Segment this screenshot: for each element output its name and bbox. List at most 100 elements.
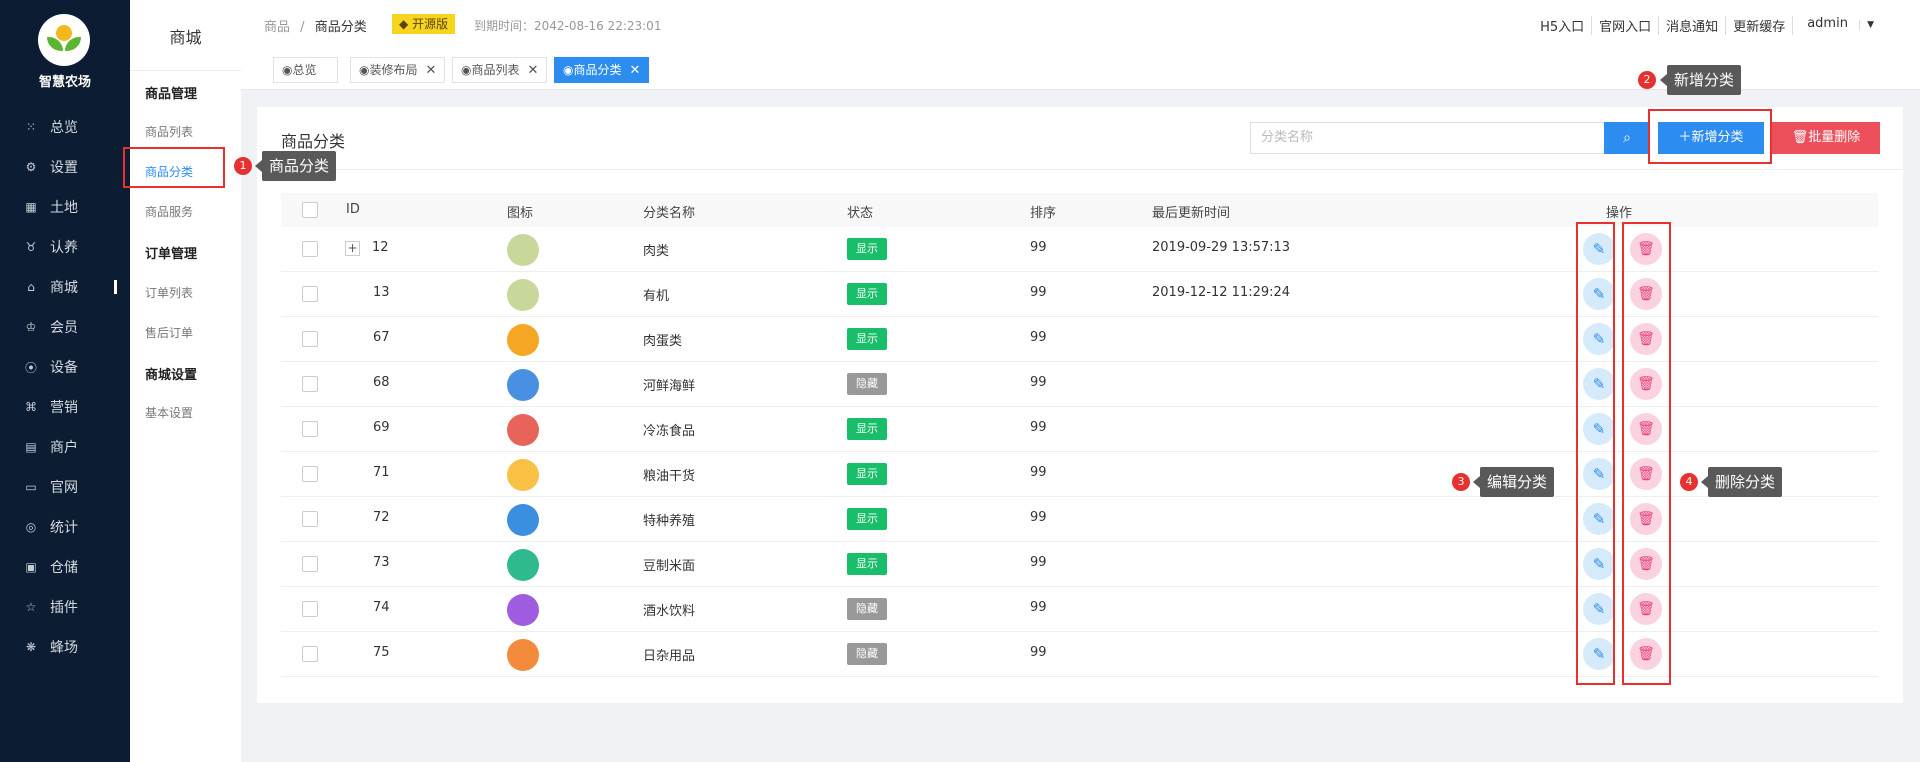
- select-all-checkbox[interactable]: [302, 202, 318, 218]
- bell-icon: ♉: [25, 240, 37, 254]
- sidebar-item[interactable]: ▭ 官网: [0, 472, 130, 502]
- cell-id: 72: [373, 510, 390, 525]
- breadcrumb-separator: /: [300, 20, 305, 35]
- annotation-tooltip: 编辑分类: [1472, 467, 1555, 497]
- annotation-tooltip: 删除分类: [1700, 467, 1783, 497]
- tab-label: ◉商品分类: [563, 63, 622, 77]
- h5-entry-link[interactable]: H5入口: [1533, 16, 1591, 35]
- header-links: H5入口 官网入口 消息通知 更新缓存 admin ▼: [1533, 16, 1888, 35]
- status-badge: 显示: [847, 463, 887, 485]
- gear-icon: ⚙: [25, 160, 37, 174]
- group-mall-settings: 商城设置: [145, 368, 198, 383]
- subnav-item-after-sale[interactable]: 售后订单: [145, 324, 193, 341]
- caret-down-icon: ▼: [1859, 20, 1881, 30]
- sidebar-item[interactable]: ▣ 仓储: [0, 552, 130, 582]
- close-icon[interactable]: ✕: [425, 63, 436, 78]
- cell-name: 肉蛋类: [643, 334, 683, 349]
- category-image: [507, 324, 539, 356]
- highlight-box: [123, 147, 225, 188]
- main-sidebar: 智慧农场 ⁙ 总览 ⚙ 设置 ▦ 土地 ♉ 认养 ⌂ 商城 ♔ 会员 ⦿ 设备 ⌘ 营销 ▤ 商户 ▭ 官网 ◎ 统计 ▣ 仓…: [0, 0, 130, 762]
- row-checkbox[interactable]: [302, 511, 318, 527]
- sidebar-item[interactable]: ⦿ 设备: [0, 352, 130, 382]
- expand-button[interactable]: +: [345, 241, 360, 256]
- sidebar-item[interactable]: ▤ 商户: [0, 432, 130, 462]
- category-image: [507, 549, 539, 581]
- row-checkbox[interactable]: [302, 241, 318, 257]
- tab-label: ◉总览: [282, 63, 317, 77]
- close-icon[interactable]: ✕: [527, 63, 538, 78]
- sidebar-item[interactable]: ⁙ 总览: [0, 112, 130, 142]
- category-image: [507, 279, 539, 311]
- website-entry-link[interactable]: 官网入口: [1591, 16, 1658, 35]
- sidebar-item[interactable]: ♉ 认养: [0, 232, 130, 262]
- status-badge: 显示: [847, 553, 887, 575]
- search-button[interactable]: ⌕: [1604, 122, 1650, 154]
- status-badge: 显示: [847, 418, 887, 440]
- col-name: 分类名称: [643, 206, 696, 221]
- version-badge: ◆ 开源版: [392, 14, 456, 34]
- sidebar-item[interactable]: ⌘ 营销: [0, 392, 130, 422]
- sidebar-item[interactable]: ⌂ 商城: [0, 272, 130, 302]
- cell-id: 69: [373, 420, 390, 435]
- col-sort: 排序: [1030, 206, 1057, 221]
- annotation-number: 4: [1680, 473, 1698, 491]
- cell-name: 河鲜海鲜: [643, 379, 696, 394]
- row-checkbox[interactable]: [302, 376, 318, 392]
- breadcrumb-item[interactable]: 商品: [264, 20, 290, 35]
- refresh-cache-link[interactable]: 更新缓存: [1725, 16, 1792, 35]
- highlight-box: [1622, 222, 1671, 685]
- tab-overview[interactable]: ◉总览: [273, 57, 338, 83]
- sidebar-item[interactable]: ▦ 土地: [0, 192, 130, 222]
- sidebar-item[interactable]: ⚙ 设置: [0, 152, 130, 182]
- category-image: [507, 504, 539, 536]
- message-notice-link[interactable]: 消息通知: [1658, 16, 1725, 35]
- row-checkbox[interactable]: [302, 421, 318, 437]
- row-checkbox[interactable]: [302, 601, 318, 617]
- admin-menu[interactable]: admin ▼: [1792, 16, 1888, 35]
- sidebar-item[interactable]: ♔ 会员: [0, 312, 130, 342]
- highlight-box: [1648, 109, 1772, 164]
- cell-updated: 2019-12-12 11:29:24: [1152, 285, 1291, 300]
- group-goods-management: 商品管理: [145, 87, 198, 102]
- sidebar-item-label: 设置: [50, 160, 78, 176]
- sprout-icon: [47, 25, 81, 55]
- monitor-icon: ▭: [25, 480, 37, 494]
- annotation-number: 2: [1638, 71, 1656, 89]
- tab-goods-category[interactable]: ◉商品分类 ✕: [554, 57, 650, 83]
- version-badge-label: 开源版: [412, 17, 449, 31]
- divider: [130, 70, 241, 71]
- batch-delete-label: 批量删除: [1808, 130, 1861, 145]
- subnav-item-order-list[interactable]: 订单列表: [145, 284, 193, 301]
- tab-goods-list[interactable]: ◉商品列表 ✕: [452, 57, 548, 83]
- row-checkbox[interactable]: [302, 331, 318, 347]
- close-icon[interactable]: ✕: [629, 63, 640, 78]
- sidebar-item[interactable]: ☆ 插件: [0, 592, 130, 622]
- group-order-management: 订单管理: [145, 247, 198, 262]
- subnav-item-goods-service[interactable]: 商品服务: [145, 203, 193, 220]
- sidebar-item-label: 插件: [50, 600, 78, 616]
- col-icon: 图标: [507, 206, 534, 221]
- top-header: 商品 / 商品分类 ◆ 开源版 到期时间：2042-08-16 22:23:01…: [241, 0, 1920, 50]
- cell-id: 71: [373, 465, 390, 480]
- row-checkbox[interactable]: [302, 286, 318, 302]
- tab-decor-layout[interactable]: ◉装修布局 ✕: [350, 57, 446, 83]
- category-search-input[interactable]: 分类名称: [1250, 122, 1605, 154]
- annotation-number: 3: [1452, 473, 1470, 491]
- sidebar-item[interactable]: ◎ 统计: [0, 512, 130, 542]
- cell-name: 肉类: [643, 244, 670, 259]
- cell-sort: 99: [1030, 645, 1047, 660]
- sidebar-item-label: 蜂场: [50, 640, 78, 656]
- subnav-item-goods-list[interactable]: 商品列表: [145, 123, 193, 140]
- row-checkbox[interactable]: [302, 556, 318, 572]
- batch-delete-button[interactable]: 🗑批量删除: [1772, 122, 1880, 154]
- row-checkbox[interactable]: [302, 466, 318, 482]
- subnav-item-basic-settings[interactable]: 基本设置: [145, 404, 193, 421]
- box-icon: ▣: [25, 560, 37, 574]
- cell-name: 有机: [643, 289, 670, 304]
- subnav-title: 商城: [169, 28, 202, 47]
- row-checkbox[interactable]: [302, 646, 318, 662]
- bee-icon: ❋: [25, 640, 37, 654]
- sidebar-item[interactable]: ❋ 蜂场: [0, 632, 130, 662]
- panel-title: 商品分类: [281, 132, 346, 151]
- crown-icon: ♔: [25, 320, 37, 334]
